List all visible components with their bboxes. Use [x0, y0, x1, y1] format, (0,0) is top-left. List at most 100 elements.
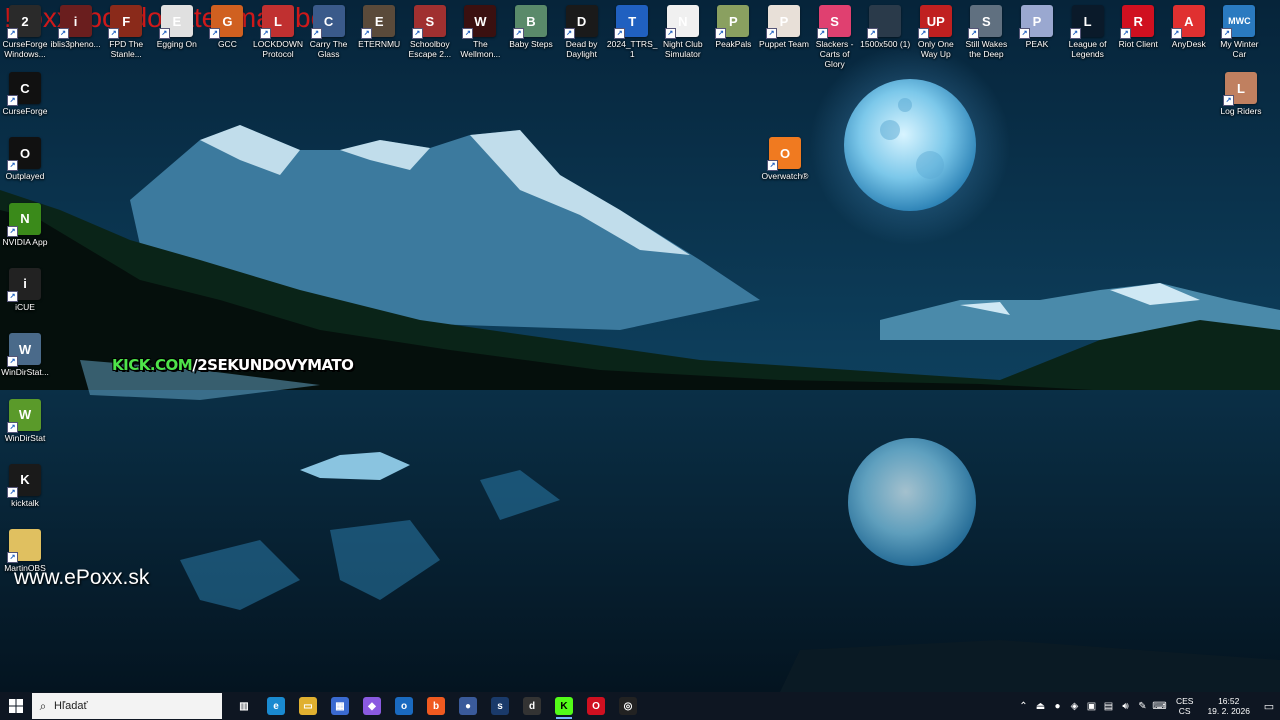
- shortcut-arrow-icon: ↗: [1069, 28, 1081, 39]
- fpd-stanley-icon: F ↗: [108, 5, 143, 39]
- desktop-icon-fpd-stanley[interactable]: F ↗ FPD The Stanle...: [100, 5, 152, 59]
- riot-client-icon: R ↗: [1120, 5, 1155, 39]
- taskbar-app-app-drop[interactable]: ●: [452, 692, 484, 720]
- desktop-icon-label: ETERNMU: [358, 39, 401, 49]
- shortcut-arrow-icon: ↗: [563, 28, 575, 39]
- desktop-icon-label: iblis3pheno...: [50, 39, 101, 49]
- taskbar-app-file-explorer[interactable]: ▭: [292, 692, 324, 720]
- clock[interactable]: 16:52 19. 2. 2026: [1207, 696, 1250, 716]
- task-view-icon: ▥: [239, 700, 249, 712]
- desktop-icon-schoolboy-escape[interactable]: S ↗ Schoolboy Escape 2...: [404, 5, 456, 59]
- desktop-icon-label: Puppet Team: [759, 39, 809, 49]
- desktop-icon-overwatch[interactable]: O ↗ Overwatch®: [759, 137, 811, 181]
- display-icon[interactable]: ▣: [1083, 701, 1100, 712]
- shortcut-arrow-icon: ↗: [1221, 28, 1233, 39]
- app-drop-icon: ●: [459, 697, 477, 715]
- desktop-icon-label: Outplayed: [5, 171, 45, 182]
- anydesk-icon: A ↗: [1170, 5, 1205, 39]
- desktop-icon-still-wakes-the-deep[interactable]: S ↗ Still Wakes the Deep: [960, 5, 1012, 59]
- desktop-icon-carry-the-glass[interactable]: C ↗ Carry The Glass: [303, 5, 355, 59]
- league-of-legends-icon: L ↗: [1069, 5, 1104, 39]
- desktop-icon-label: My Winter Car: [1220, 39, 1259, 59]
- desktop-icon-dead-by-daylight[interactable]: D ↗ Dead by Daylight: [556, 5, 608, 59]
- shortcut-arrow-icon: ↗: [1170, 28, 1182, 39]
- taskbar-app-outlook[interactable]: o: [388, 692, 420, 720]
- shortcut-arrow-icon: ↗: [462, 28, 474, 39]
- taskbar-app-obs[interactable]: ◎: [612, 692, 644, 720]
- desktop-icon-nvidia-app[interactable]: N ↗ NVIDIA App: [0, 202, 51, 247]
- desktop-icon-only-one-way-up[interactable]: UP ↗ Only One Way Up: [910, 5, 962, 59]
- desktop-icon-iblis3phenomenon[interactable]: i ↗ iblis3pheno...: [50, 5, 102, 49]
- baby-steps-icon: B ↗: [513, 5, 547, 39]
- desktop-icon-egging-on[interactable]: E ↗ Egging On: [151, 5, 203, 49]
- desktop-icon-windirstat-portable[interactable]: W ↗ WinDirStat...: [0, 333, 51, 377]
- icue-icon-glyph: i: [23, 276, 27, 292]
- desktop-icon-puppet-team[interactable]: P ↗ Puppet Team: [758, 5, 810, 49]
- desktop-icon-gcc[interactable]: G ↗ GCC: [201, 5, 253, 49]
- notification-center-icon[interactable]: ▭: [1258, 700, 1280, 713]
- desktop-icon-label: The Wellmon...: [460, 39, 501, 59]
- pen-icon[interactable]: ✎: [1134, 701, 1151, 712]
- taskbar-app-opera[interactable]: O: [580, 692, 612, 720]
- desktop-icon-1500x500[interactable]: ↗ 1500x500 (1): [859, 5, 911, 49]
- desktop-icon-curseforge-windows[interactable]: 2 ↗ CurseForge Windows...: [0, 5, 51, 59]
- still-wakes-the-deep-icon-glyph: S: [982, 13, 991, 29]
- taskbar-app-copilot[interactable]: ◆: [356, 692, 388, 720]
- shortcut-arrow-icon: ↗: [361, 28, 373, 39]
- keyboard-icon[interactable]: ⌨: [1151, 701, 1168, 712]
- desktop-icon-the-wellmonster[interactable]: W ↗ The Wellmon...: [454, 5, 506, 59]
- desktop-icon-anydesk[interactable]: A ↗ AnyDesk: [1163, 5, 1215, 49]
- vpn-shield-icon[interactable]: ◈: [1066, 701, 1083, 712]
- curseforge-windows-icon-glyph: 2: [21, 13, 29, 29]
- taskbar-search-input[interactable]: ⌕ Hľadať: [32, 693, 222, 719]
- desktop-icon-outplayed[interactable]: O ↗ Outplayed: [0, 137, 51, 181]
- desktop-icon-peakpals[interactable]: P ↗ PeakPals: [707, 5, 759, 49]
- taskbar-app-steam[interactable]: s: [484, 692, 516, 720]
- taskbar-app-brave[interactable]: b: [420, 692, 452, 720]
- chevron-up-icon[interactable]: ⌃: [1015, 701, 1032, 712]
- desktop-icon-kicktalk[interactable]: K ↗ kicktalk: [0, 463, 51, 508]
- desktop-icon-my-winter-car[interactable]: MWC ↗ My Winter Car: [1213, 5, 1265, 59]
- shortcut-arrow-icon: ↗: [108, 28, 120, 39]
- microphone-icon[interactable]: ●: [1049, 701, 1066, 712]
- desktop-icon-label: CurseForge: [2, 106, 48, 116]
- taskbar-app-discord-like[interactable]: d: [516, 692, 548, 720]
- schoolboy-escape-icon-glyph: S: [425, 13, 435, 29]
- desktop-icon-baby-steps[interactable]: B ↗ Baby Steps: [505, 5, 557, 49]
- desktop-icon-log-riders[interactable]: L ↗ Log Riders: [1215, 72, 1267, 116]
- overwatch-icon: O ↗: [767, 137, 801, 171]
- desktop-icon-label: Overwatch®: [761, 171, 809, 181]
- puppet-team-icon: P ↗: [766, 5, 800, 39]
- start-button[interactable]: [0, 692, 32, 720]
- desktop-icon-league-of-legends[interactable]: L ↗ League of Legends: [1062, 5, 1114, 59]
- desktop-icon-riot-client[interactable]: R ↗ Riot Client: [1112, 5, 1164, 49]
- volume-icon[interactable]: 🔊︎: [1117, 701, 1134, 712]
- desktop-icon-curseforge[interactable]: C ↗ CurseForge: [0, 72, 51, 116]
- desktop-icon-windirstat[interactable]: W ↗ WinDirStat: [0, 398, 51, 443]
- desktop-icon-peak[interactable]: P ↗ PEAK: [1011, 5, 1063, 49]
- taskbar-app-kick[interactable]: K: [548, 692, 580, 720]
- desktop-icon-lockdown-protocol[interactable]: L ↗ LOCKDOWN Protocol: [252, 5, 304, 59]
- network-icon[interactable]: ▤: [1100, 701, 1117, 712]
- obs-icon: ◎: [619, 697, 637, 715]
- desktop-icon-eternmu[interactable]: E ↗ ETERNMU: [353, 5, 405, 49]
- lockdown-protocol-icon-glyph: L: [274, 13, 282, 29]
- taskbar-app-microsoft-store[interactable]: ▦: [324, 692, 356, 720]
- lockdown-protocol-icon: L ↗: [260, 5, 294, 39]
- the-wellmonster-icon: W ↗: [462, 5, 497, 39]
- peak-icon-glyph: P: [1032, 13, 1042, 29]
- desktop-icon-night-club-simulator[interactable]: N ↗ Night Club Simulator: [657, 5, 709, 59]
- slackers-icon: S ↗: [816, 5, 851, 39]
- input-language-indicator[interactable]: CES CS: [1176, 696, 1193, 716]
- egging-on-icon: E ↗: [158, 5, 193, 39]
- desktop-icon-slackers[interactable]: S ↗ Slackers - Carts of Glory: [809, 5, 861, 69]
- 1500x500-icon: ↗: [867, 5, 902, 39]
- website-overlay: www.ePoxx.sk: [14, 566, 150, 589]
- peakpals-icon: P ↗: [715, 5, 750, 39]
- taskbar-app-edge[interactable]: e: [260, 692, 292, 720]
- desktop-icon-2024-ttrs[interactable]: T ↗ 2024_TTRS_1: [606, 5, 658, 59]
- usb-device-icon[interactable]: ⏏: [1032, 701, 1049, 712]
- taskbar-app-task-view[interactable]: ▥: [228, 692, 260, 720]
- desktop-icon-label: Egging On: [156, 39, 197, 49]
- desktop-icon-icue[interactable]: i ↗ iCUE: [0, 267, 51, 312]
